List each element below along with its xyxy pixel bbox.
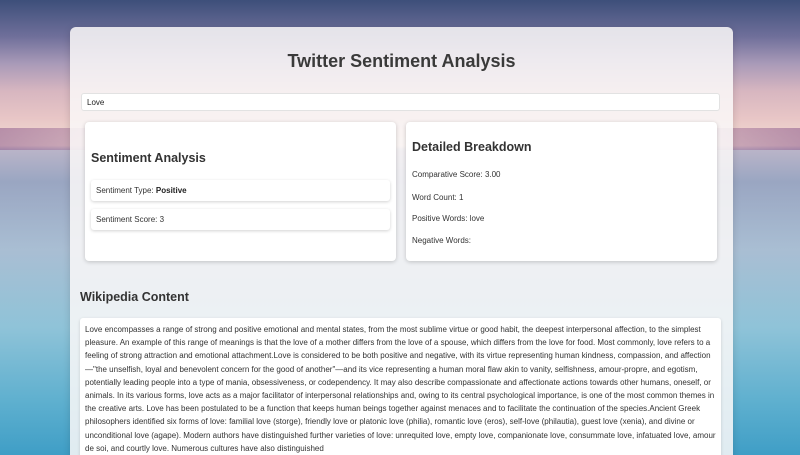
positive-words-value: love	[469, 214, 485, 223]
sentiment-score-label: Sentiment Score:	[96, 215, 158, 224]
wikipedia-text: Love encompasses a range of strong and p…	[85, 325, 716, 453]
detailed-breakdown-heading: Detailed Breakdown	[412, 140, 532, 154]
page-title: Twitter Sentiment Analysis	[287, 51, 516, 71]
word-count-value: 1	[459, 193, 464, 202]
wikipedia-content: Love encompasses a range of strong and p…	[80, 318, 721, 455]
sentiment-score-row: Sentiment Score: 3	[91, 209, 390, 230]
sentiment-score-value: 3	[159, 215, 165, 224]
detailed-breakdown-card: Detailed Breakdown Comparative Score: 3.…	[406, 122, 717, 261]
comparative-score-value: 3.00	[484, 170, 501, 179]
sentiment-analysis-card: Sentiment Analysis Sentiment Type: Posit…	[85, 122, 396, 261]
comparative-score-row: Comparative Score: 3.00	[412, 170, 501, 179]
word-count-row: Word Count: 1	[412, 193, 463, 202]
negative-words-row: Negative Words:	[412, 236, 471, 245]
word-count-label: Word Count:	[412, 193, 457, 202]
positive-words-row: Positive Words: love	[412, 214, 484, 223]
sentiment-type-row: Sentiment Type: Positive	[91, 180, 390, 201]
sentiment-type-label: Sentiment Type:	[96, 186, 154, 195]
comparative-score-label: Comparative Score:	[412, 170, 483, 179]
search-input[interactable]	[81, 93, 720, 111]
sentiment-type-value: Positive	[155, 186, 187, 195]
positive-words-label: Positive Words:	[412, 214, 468, 223]
sentiment-analysis-heading: Sentiment Analysis	[91, 151, 206, 165]
negative-words-label: Negative Words:	[412, 236, 471, 245]
wikipedia-heading: Wikipedia Content	[80, 290, 189, 304]
